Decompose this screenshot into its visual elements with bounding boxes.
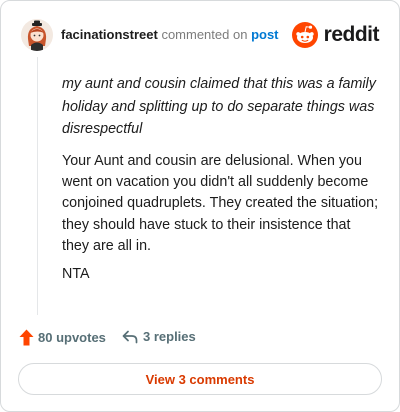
user-avatar[interactable] (21, 19, 53, 51)
comment-card: facinationstreet commented on post reddi… (0, 0, 400, 412)
commented-on-label: commented on (161, 27, 248, 42)
comment-header: facinationstreet commented on post reddi… (21, 15, 383, 55)
replies-button[interactable]: 3 replies (122, 329, 196, 344)
comment-verdict: NTA (62, 266, 90, 282)
thread-line (37, 57, 38, 315)
post-link[interactable]: post (251, 27, 278, 42)
reply-count: 3 replies (143, 329, 196, 344)
reddit-logo[interactable]: reddit (291, 21, 380, 49)
reddit-icon (291, 22, 318, 48)
comment-body: Your Aunt and cousin are delusional. Whe… (62, 153, 379, 254)
upvote-button[interactable]: 80 upvotes (19, 329, 106, 346)
quoted-text: my aunt and cousin claimed that this was… (62, 76, 376, 137)
comment-meta: facinationstreet commented on post (61, 27, 279, 42)
reddit-wordmark: reddit (323, 23, 380, 46)
view-comments-button[interactable]: View 3 comments (18, 363, 382, 395)
username-link[interactable]: facinationstreet (61, 27, 158, 42)
upvote-arrow-icon (19, 329, 34, 346)
reply-arrow-icon (122, 330, 138, 343)
upvote-count: 80 upvotes (38, 330, 106, 345)
